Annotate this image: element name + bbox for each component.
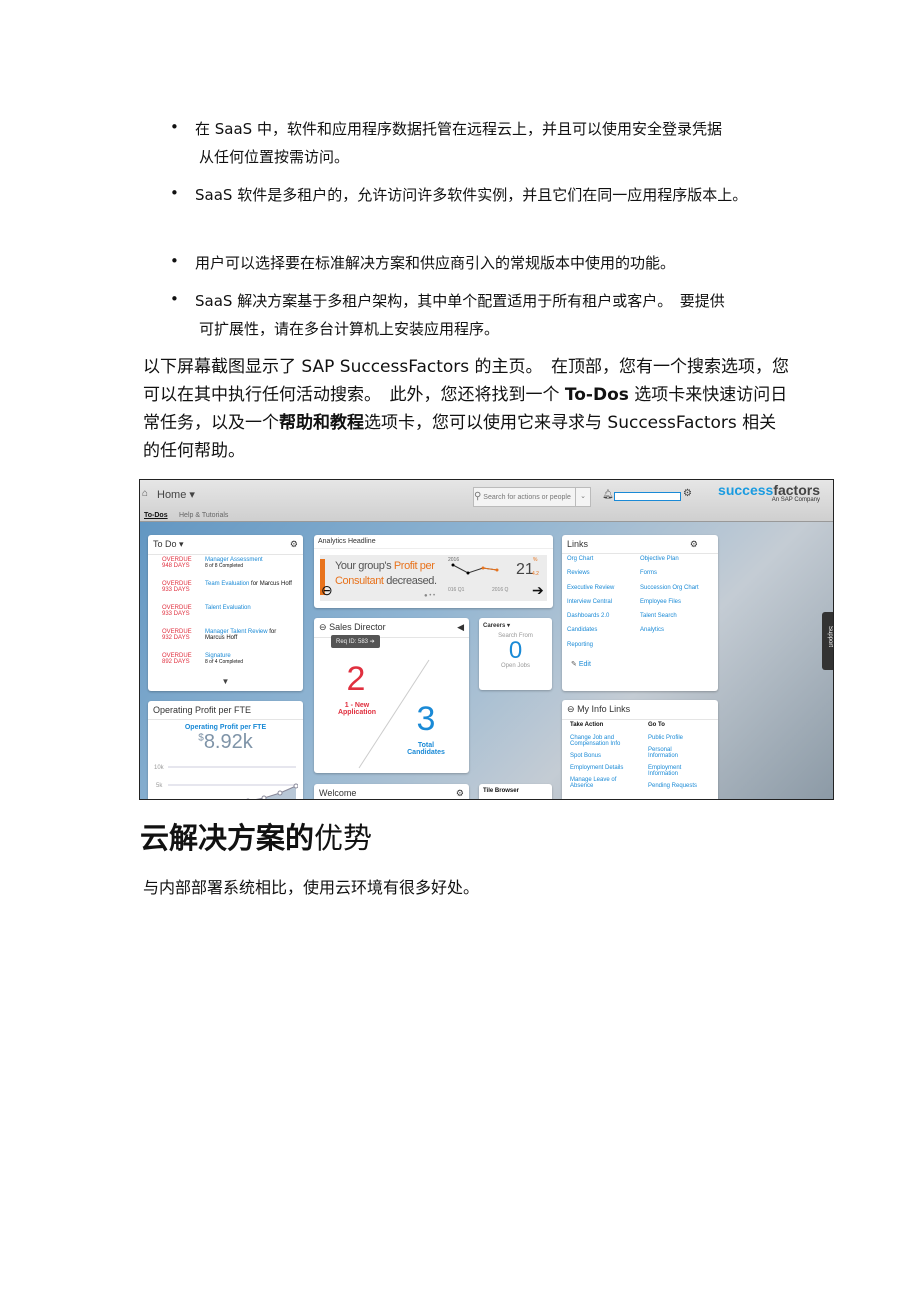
edit-link[interactable]: ✎ Edit [571,660,591,668]
link-item[interactable]: Org Chart [567,556,614,570]
bullet-text: SaaS 解决方案基于多租户架构，其中单个配置适用于所有租户或客户。 要提供 [195,292,725,310]
todo-item[interactable]: OVERDUE 948 DAYS Manager Assessment 8 of 8 … [162,557,303,576]
trend-line [451,563,499,575]
new-applications-count[interactable]: 2 [336,660,376,699]
back-icon[interactable]: ⊖ [567,704,575,714]
link-item[interactable]: Succession Org Chart [640,585,699,599]
successfactors-screenshot: ⌂ Home ▾ To-Dos Help & Tutorials ⚲ Searc… [139,479,834,800]
link-item[interactable]: Executive Review [567,585,614,599]
info-link[interactable]: Employment Information [648,765,703,777]
gear-icon: ⚙ [289,539,298,549]
search-input[interactable]: ⚲ Search for actions or people ⌄ [473,487,591,507]
info-link[interactable]: Spot Bonus [570,753,638,759]
link-item[interactable]: Analytics [640,627,699,641]
total-candidates-count[interactable]: 3 [406,700,446,739]
kpi-label: Operating Profit per FTE [184,724,267,731]
analytics-headline-card: Analytics Headline Your group's Profit p… [314,535,553,608]
card-title: Analytics Headline [314,535,553,549]
support-tab[interactable]: Support [822,612,833,670]
todo-menu[interactable]: To Do ▾ ⚙ [148,535,303,555]
card-title: Operating Profit per FTE [148,701,303,720]
back-icon[interactable]: ⊖ [319,622,327,632]
welcome-card: Welcome ⚙ [314,784,469,799]
link-item[interactable]: Interview Central [567,599,614,613]
info-link[interactable]: Change Job and Compensation Info [570,735,638,747]
bullet-text: 用户可以选择要在标准解决方案和供应商引入的常规版本中使用的功能。 [195,254,676,272]
speaker-icon[interactable]: ◀ [457,622,464,633]
bullet-text: 在 SaaS 中，软件和应用程序数据托管在远程云上，并且可以使用安全登录凭据 [195,120,722,138]
user-name-field[interactable] [614,492,681,501]
info-link[interactable]: Public Profile [648,735,703,741]
top-header: ⌂ Home ▾ To-Dos Help & Tutorials ⚲ Searc… [140,480,833,522]
operating-profit-card: Operating Profit per FTE Operating Profi… [148,701,303,799]
info-link[interactable]: Personal Information [648,747,703,759]
gear-icon[interactable]: ⚙ [690,539,698,550]
my-info-links-card: ⊖ My Info Links Take Action Go To Change… [562,700,718,799]
link-item[interactable]: Talent Search [640,613,699,627]
profit-sparkline [168,766,298,799]
todo-item[interactable]: OVERDUE 892 DAYS Signature 8 of 4 Completed [162,653,303,672]
todo-item[interactable]: OVERDUE 932 DAYS Manager Talent Review for… [162,629,303,648]
successfactors-logo: successfactors An SAP Company [718,482,820,503]
tab-help-tutorials[interactable]: Help & Tutorials [179,512,228,519]
todo-item[interactable]: OVERDUE 933 DAYS Talent Evaluation [162,605,303,624]
search-icon: ⚲ [474,491,482,502]
kpi-value: $8.92k [198,731,253,753]
bullet-text: 从任何位置按需访问。 [199,148,350,166]
arrow-left-icon[interactable]: ⊖ [321,582,333,599]
bullet-text: SaaS 软件是多租户的，允许访问许多软件实例，并且它们在同一应用程序版本上。 [195,186,748,204]
home-menu[interactable]: Home ▾ [157,488,195,501]
sales-director-card: ⊖ Sales Director ◀ Req ID: 583 ➔ 2 1 - Ne… [314,618,469,773]
carousel-dots[interactable]: ● • • [424,593,435,599]
card-title: Sales Director [329,622,386,632]
bullet-text: 可扩展性，请在多台计算机上安装应用程序。 [199,320,500,338]
tile-browser-card[interactable]: Tile Browser [479,784,552,799]
link-item[interactable]: Candidates [567,627,614,641]
closing-paragraph: 与内部部署系统相比，使用云环境有很多好处。 [143,878,480,897]
info-link[interactable]: Employment Details [570,765,638,771]
todo-card: To Do ▾ ⚙ OVERDUE 948 DAYS Manager Assessme… [148,535,303,691]
link-item[interactable]: Reporting [567,642,614,656]
intro-paragraph: 以下屏幕截图显示了 SAP SuccessFactors 的主页。 在顶部，您有… [143,357,790,461]
links-card: Links ⚙ Org Chart Reviews Executive Review I… [562,535,718,691]
req-id-button[interactable]: Req ID: 583 ➔ [331,635,380,648]
todo-item[interactable]: OVERDUE 933 DAYS Team Evaluation for Marcu… [162,581,303,600]
new-applications-label: 1 - New Application [337,702,377,716]
tab-todos[interactable]: To-Dos [144,512,168,519]
link-item[interactable]: Objective Plan [640,556,699,570]
info-link[interactable]: Pending Requests [648,783,703,789]
link-item[interactable]: Forms [640,570,699,584]
total-candidates-label: Total Candidates [407,742,445,756]
careers-card: Careers ▾ Search From 0 Open Jobs [479,618,552,690]
chevron-down-icon[interactable]: ⌄ [575,488,590,506]
careers-menu[interactable]: Careers ▾ [479,618,552,633]
bell-icon[interactable]: 🔔︎ [602,489,613,500]
link-item[interactable]: Dashboards 2.0 [567,613,614,627]
gear-icon[interactable]: ⚙ [456,788,464,799]
document-page: • 在 SaaS 中，软件和应用程序数据托管在远程云上，并且可以使用安全登录凭据从… [0,0,920,1302]
pencil-icon: ✎ [571,661,577,668]
expand-icon[interactable]: ▼ [148,677,303,686]
info-link[interactable]: Manage Leave of Absence [570,777,638,789]
home-icon[interactable]: ⌂ [142,488,148,499]
arrow-right-icon[interactable]: ➔ [532,582,544,599]
open-jobs-count[interactable]: 0 [479,639,552,663]
settings-icon[interactable]: ⚙ [683,488,692,499]
link-item[interactable]: Employee Files [640,599,699,613]
link-item[interactable]: Reviews [567,570,614,584]
section-heading: 云解决方案的优势 [140,821,373,855]
headline-slide: Your group's Profit per Consultant decrea… [320,555,547,601]
